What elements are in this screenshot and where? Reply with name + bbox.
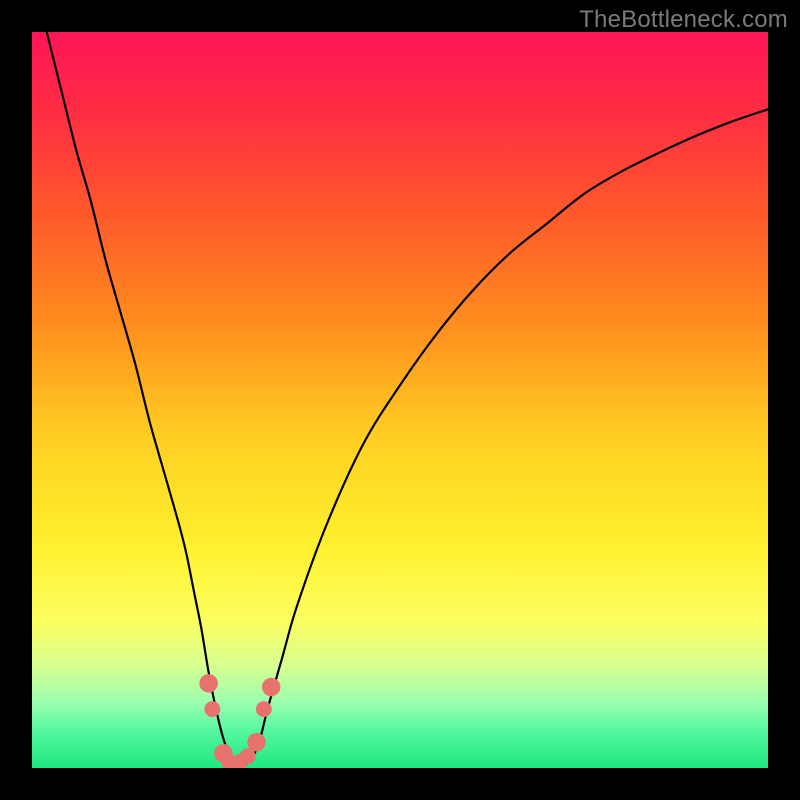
curve-marker xyxy=(262,678,281,697)
plot-area xyxy=(32,32,768,768)
curve-marker xyxy=(199,674,218,693)
curve-marker xyxy=(247,733,266,752)
watermark-text: TheBottleneck.com xyxy=(579,6,788,34)
curve-marker xyxy=(204,701,220,717)
chart-svg xyxy=(32,32,768,768)
curve-marker xyxy=(256,701,272,717)
gradient-background xyxy=(32,32,768,768)
chart-frame: TheBottleneck.com xyxy=(0,0,800,800)
